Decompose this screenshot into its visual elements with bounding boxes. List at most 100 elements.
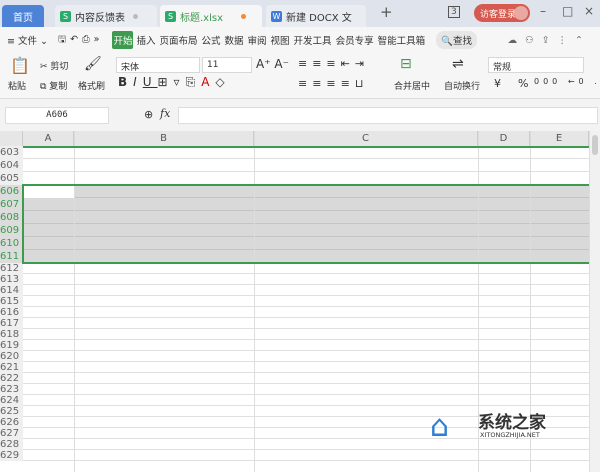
window-count-badge[interactable]: 3	[448, 6, 460, 18]
row-header[interactable]: 629	[0, 450, 23, 461]
row-header[interactable]: 611	[0, 250, 23, 263]
paste-button[interactable]: 粘贴	[8, 79, 26, 92]
format-painter-icon[interactable]: 🖌	[84, 56, 102, 72]
vertical-scrollbar[interactable]	[589, 131, 600, 472]
row-header[interactable]: 625	[0, 406, 23, 417]
row-header[interactable]: 604	[0, 159, 23, 172]
table-row[interactable]: 617	[0, 318, 589, 329]
percent-button[interactable]: %	[518, 77, 528, 90]
column-header-a[interactable]: A	[23, 131, 74, 146]
quick-access-icons[interactable]: 🖫↶⎙»	[57, 30, 104, 50]
select-all-corner[interactable]	[0, 131, 23, 146]
spreadsheet-grid[interactable]: A B C D E 603 604 605 606 607 608 609 610 611 612…	[0, 131, 589, 472]
active-cell[interactable]	[24, 186, 74, 198]
tab-docx[interactable]: W 新建 DOCX 文	[266, 5, 366, 27]
currency-button[interactable]: ¥	[494, 77, 501, 90]
row-header[interactable]: 610	[0, 237, 23, 250]
table-row[interactable]: 615	[0, 296, 589, 307]
table-row[interactable]: 622	[0, 373, 589, 384]
row-header[interactable]: 614	[0, 285, 23, 296]
row-header[interactable]: 607	[0, 198, 23, 211]
row-header[interactable]: 613	[0, 274, 23, 285]
row-header[interactable]: 609	[0, 224, 23, 237]
row-header[interactable]: 627	[0, 428, 23, 439]
table-row[interactable]: 612	[0, 263, 589, 274]
font-grow-shrink-icons[interactable]: A⁺ A⁻	[256, 57, 289, 71]
menu-review[interactable]: 审阅	[247, 31, 268, 49]
halign-icons[interactable]: ≡≡≡≡⊔	[298, 77, 368, 90]
new-tab-icon[interactable]: +	[380, 3, 393, 21]
row-header[interactable]: 628	[0, 439, 23, 450]
table-row[interactable]: 621	[0, 362, 589, 373]
cloud-share-icons[interactable]: ☁⚇⇪⋮⌃	[507, 33, 592, 48]
table-row[interactable]: 604	[0, 159, 589, 172]
fx-icon[interactable]: fx	[160, 107, 170, 120]
menu-home[interactable]: 开始	[112, 31, 134, 49]
row-header[interactable]: 621	[0, 362, 23, 373]
scrollbar-thumb[interactable]	[592, 135, 598, 155]
font-style-icons[interactable]: BIU⊞▿⎘A◇	[118, 75, 231, 90]
column-header-e[interactable]: E	[530, 131, 589, 146]
table-row[interactable]: 616	[0, 307, 589, 318]
row-header[interactable]: 624	[0, 395, 23, 406]
zoom-icon[interactable]: ⊕	[144, 108, 153, 121]
login-button[interactable]: 访客登录	[474, 4, 530, 22]
font-size-select[interactable]: 11	[202, 57, 252, 73]
row-header[interactable]: 619	[0, 340, 23, 351]
name-box[interactable]: A606	[5, 107, 109, 124]
row-header[interactable]: 623	[0, 384, 23, 395]
table-row[interactable]: 613	[0, 274, 589, 285]
menu-smart-tools[interactable]: 智能工具箱	[377, 31, 427, 49]
align-icons[interactable]: ≡≡≡⇤⇥	[298, 57, 369, 70]
format-painter-button[interactable]: 格式刷	[78, 79, 105, 92]
copy-button[interactable]: ⧉ 复制	[40, 79, 67, 92]
menu-formulas[interactable]: 公式	[200, 31, 221, 49]
wrap-icon[interactable]: ⇌	[452, 56, 464, 72]
formula-input[interactable]	[178, 107, 598, 124]
table-row[interactable]: 623	[0, 384, 589, 395]
row-header[interactable]: 615	[0, 296, 23, 307]
row-header[interactable]: 606	[0, 185, 23, 198]
wrap-text-button[interactable]: 自动换行	[444, 79, 480, 92]
menu-page-layout[interactable]: 页面布局	[158, 31, 198, 49]
column-header-c[interactable]: C	[254, 131, 478, 146]
row-header[interactable]: 616	[0, 307, 23, 318]
merge-icon[interactable]: ⊟	[400, 56, 412, 72]
minimize-icon[interactable]: –	[540, 4, 546, 18]
row-header[interactable]: 622	[0, 373, 23, 384]
menu-developer[interactable]: 开发工具	[293, 31, 333, 49]
decimal-icons[interactable]: 000 ←0 .00	[534, 77, 600, 86]
close-icon[interactable]	[133, 13, 138, 19]
table-row[interactable]: 618	[0, 329, 589, 340]
row-header[interactable]: 608	[0, 211, 23, 224]
row-header[interactable]: 603	[0, 146, 23, 159]
menu-member[interactable]: 会员专享	[335, 31, 375, 49]
row-header[interactable]: 626	[0, 417, 23, 428]
cut-button[interactable]: ✂ 剪切	[40, 59, 68, 72]
table-row[interactable]: 614	[0, 285, 589, 296]
menu-data[interactable]: 数据	[224, 31, 245, 49]
row-header[interactable]: 612	[0, 263, 23, 274]
row-header[interactable]: 617	[0, 318, 23, 329]
row-header[interactable]: 605	[0, 172, 23, 185]
search-button[interactable]: 🔍查找	[436, 31, 477, 49]
tab-feedback[interactable]: S 内容反馈表	[55, 5, 157, 27]
column-header-b[interactable]: B	[74, 131, 254, 146]
table-row[interactable]: 619	[0, 340, 589, 351]
unsaved-dot-icon[interactable]	[241, 13, 247, 19]
maximize-icon[interactable]: □	[562, 4, 573, 18]
menu-insert[interactable]: 插入	[135, 31, 156, 49]
row-header[interactable]: 620	[0, 351, 23, 362]
close-window-icon[interactable]: ×	[584, 4, 594, 18]
table-row[interactable]: 620	[0, 351, 589, 362]
number-format-select[interactable]: 常规	[488, 57, 584, 73]
menu-view[interactable]: 视图	[270, 31, 291, 49]
column-header-d[interactable]: D	[478, 131, 530, 146]
menu-file[interactable]: ≡ 文件 ⌄	[6, 31, 49, 49]
font-family-select[interactable]: 宋体	[116, 57, 200, 73]
row-header[interactable]: 618	[0, 329, 23, 340]
paste-icon[interactable]: 📋	[10, 56, 30, 75]
merge-center-button[interactable]: 合并居中	[394, 79, 430, 92]
tab-title-xlsx[interactable]: S 标题.xlsx	[160, 5, 262, 27]
tab-home[interactable]: 首页	[2, 5, 44, 27]
